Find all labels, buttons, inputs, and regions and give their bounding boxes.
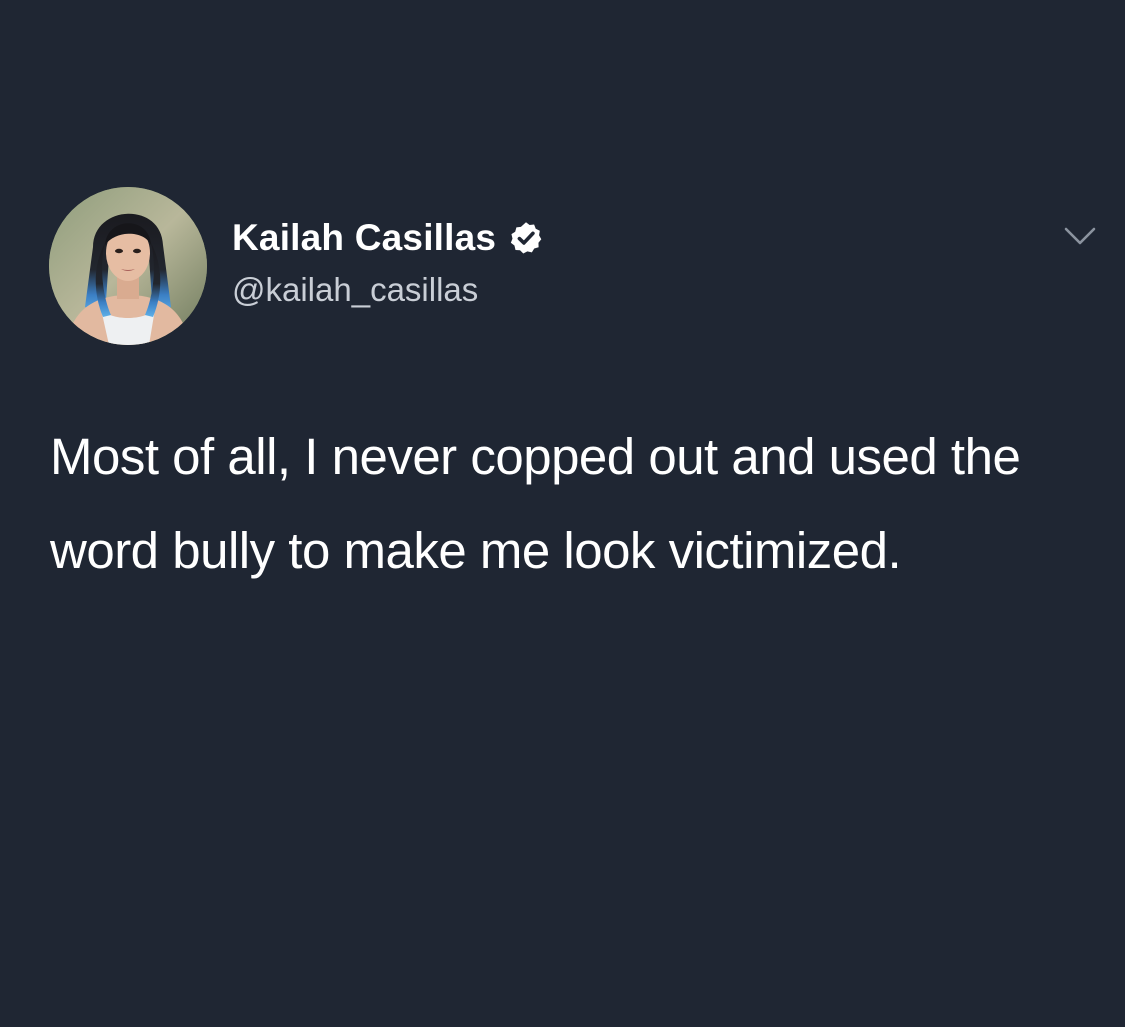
author-display-name[interactable]: Kailah Casillas — [232, 217, 496, 259]
author-handle[interactable]: @kailah_casillas — [232, 271, 478, 309]
tweet-text: Most of all, I never copped out and used… — [50, 428, 1021, 579]
tweet-card: Kailah Casillas @kailah_casillas Most of… — [0, 0, 1125, 1027]
avatar-image — [49, 187, 207, 345]
tweet-menu-button[interactable] — [1060, 218, 1100, 254]
verified-badge-icon — [511, 222, 542, 254]
avatar[interactable] — [49, 187, 207, 345]
chevron-down-icon — [1064, 227, 1096, 245]
author-name-row: Kailah Casillas — [232, 214, 544, 262]
